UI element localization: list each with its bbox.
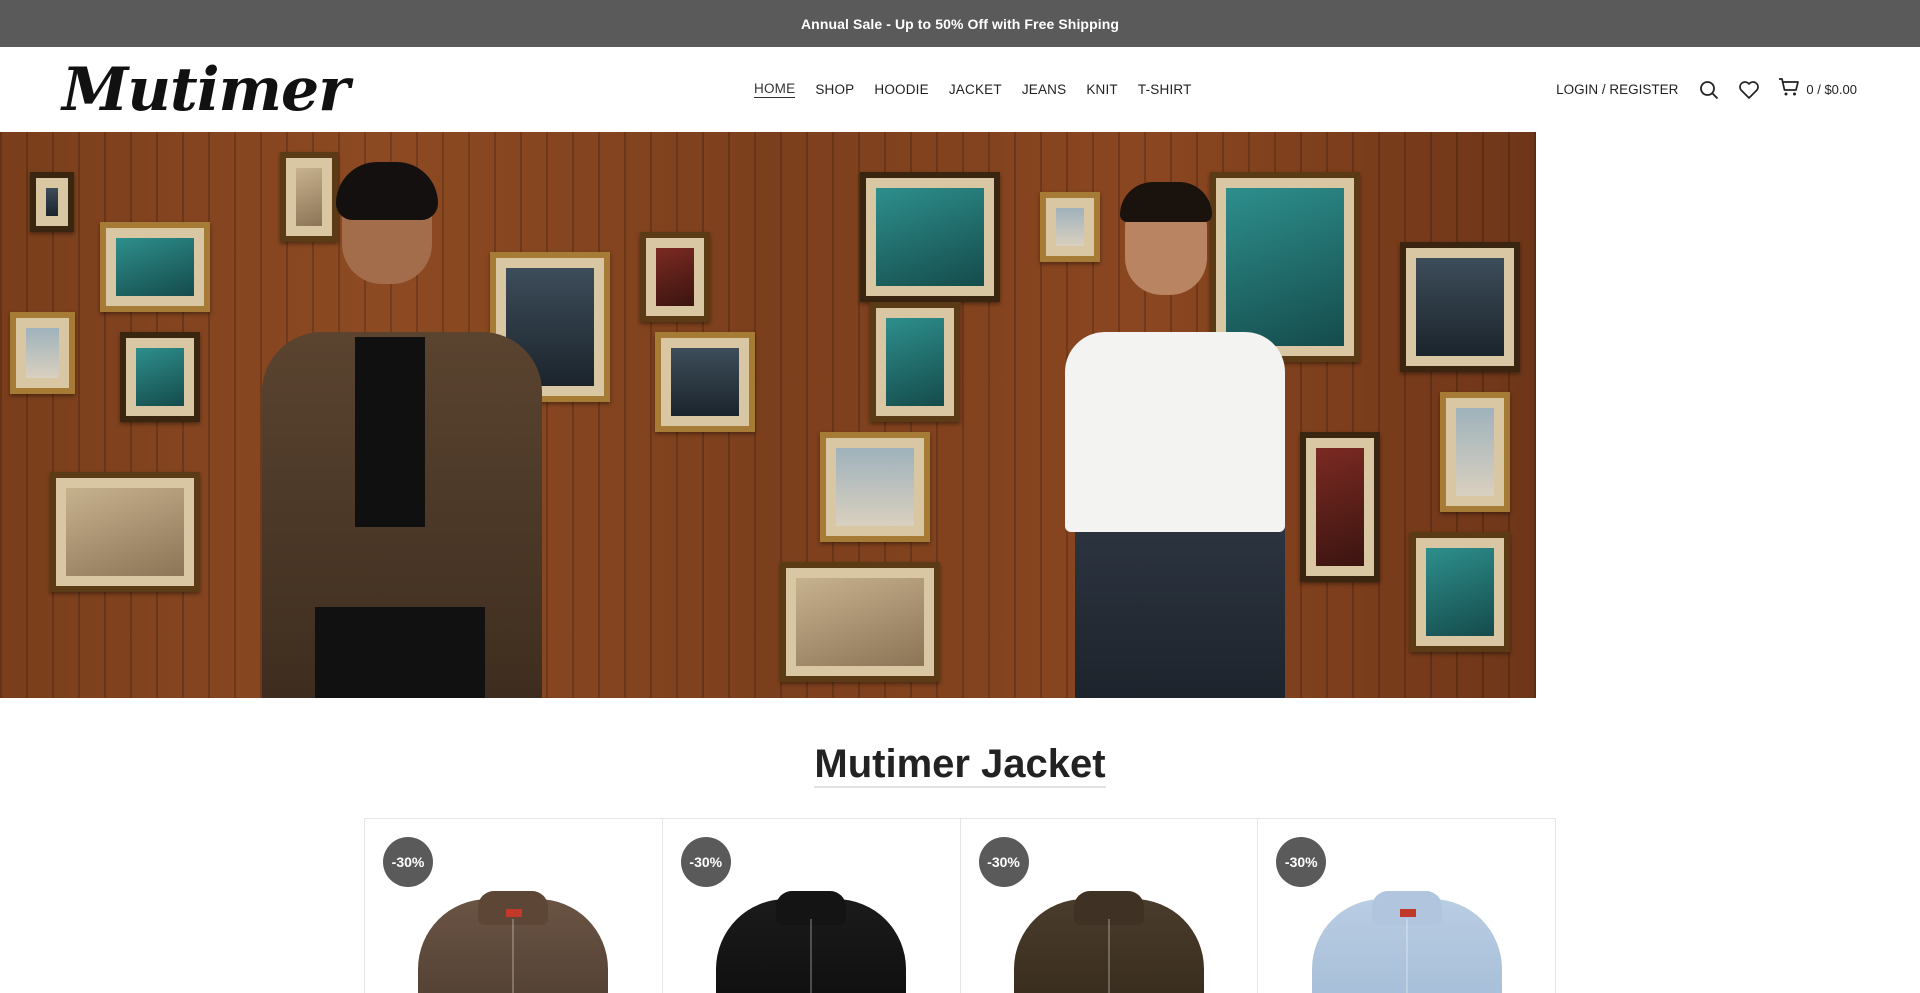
discount-badge: -30%: [1276, 837, 1327, 887]
product-image-black-jacket[interactable]: [716, 891, 907, 993]
wall-frame: [860, 172, 1000, 302]
product-image-olive-jacket[interactable]: [1013, 891, 1204, 993]
discount-badge: -30%: [383, 837, 433, 887]
product-card[interactable]: -30%: [961, 819, 1259, 993]
header-actions: LOGIN / REGISTER 0 / $0.00: [1556, 47, 1857, 132]
model-man-hair: [336, 162, 438, 220]
wall-frame: [30, 172, 74, 232]
site-logo[interactable]: Mutimer: [62, 55, 350, 125]
discount-badge: -30%: [680, 837, 731, 887]
product-card[interactable]: -30%: [1258, 819, 1556, 993]
wall-frame: [655, 332, 755, 432]
wall-frame: [820, 432, 930, 542]
nav-shop[interactable]: SHOP: [815, 82, 854, 97]
main-nav: HOME SHOP HOODIE JACKET JEANS KNIT T-SHI…: [754, 47, 1212, 132]
wall-frame: [1410, 532, 1510, 652]
site-header: Mutimer HOME SHOP HOODIE JACKET JEANS KN…: [0, 47, 1920, 132]
wall-frame: [280, 152, 338, 242]
product-card[interactable]: -30%: [663, 819, 961, 993]
model-woman-jeans: [1075, 527, 1285, 698]
wall-frame: [870, 302, 960, 422]
wall-frame: [1400, 242, 1520, 372]
wall-frame: [640, 232, 710, 322]
cart-button[interactable]: 0 / $0.00: [1778, 77, 1857, 102]
login-register-link[interactable]: LOGIN / REGISTER: [1556, 82, 1678, 97]
model-woman-hair: [1120, 182, 1212, 222]
section-title: Mutimer Jacket: [814, 742, 1106, 788]
announcement-bar: Annual Sale - Up to 50% Off with Free Sh…: [0, 0, 1920, 47]
product-card[interactable]: -30%: [365, 819, 663, 993]
nav-jacket[interactable]: JACKET: [949, 82, 1002, 97]
heart-icon[interactable]: [1738, 79, 1760, 101]
wall-frame: [120, 332, 200, 422]
search-icon[interactable]: [1698, 79, 1720, 101]
wall-frame: [10, 312, 75, 394]
nav-tshirt[interactable]: T-SHIRT: [1138, 82, 1192, 97]
product-image-brown-jacket[interactable]: [418, 891, 609, 993]
cart-summary: 0 / $0.00: [1806, 82, 1857, 97]
nav-home[interactable]: HOME: [754, 81, 796, 98]
discount-badge: -30%: [978, 837, 1029, 887]
wall-frame: [1440, 392, 1510, 512]
nav-knit[interactable]: KNIT: [1086, 82, 1118, 97]
wall-frame: [50, 472, 200, 592]
announcement-text: Annual Sale - Up to 50% Off with Free Sh…: [800, 15, 1120, 32]
model-man-shirt: [355, 337, 425, 527]
wall-frame: [780, 562, 940, 682]
model-man-pants: [315, 607, 485, 698]
product-image-denim-jacket[interactable]: [1311, 891, 1502, 993]
wall-frame: [1300, 432, 1380, 582]
cart-icon: [1778, 77, 1800, 102]
hero-banner-image[interactable]: [0, 132, 1536, 698]
wall-frame: [1040, 192, 1100, 262]
nav-jeans[interactable]: JEANS: [1022, 82, 1067, 97]
nav-hoodie[interactable]: HOODIE: [874, 82, 928, 97]
model-woman-shirt: [1065, 332, 1285, 532]
wall-frame: [100, 222, 210, 312]
product-grid: -30% -30% -30% -30%: [364, 818, 1556, 993]
